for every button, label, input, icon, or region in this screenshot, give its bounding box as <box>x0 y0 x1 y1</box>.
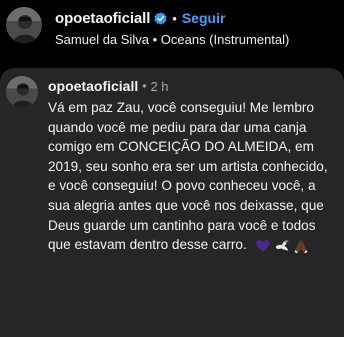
verified-badge-icon <box>154 11 167 25</box>
header-text: opoetaoficiall • Seguir Samuel da Silva … <box>55 8 340 48</box>
header-separator: • <box>172 10 177 26</box>
username[interactable]: opoetaoficiall <box>55 10 150 27</box>
purple-heart-icon <box>255 239 270 252</box>
comment-card: opoetaoficiall • 2 h Vá em paz Zau, você… <box>0 68 344 337</box>
avatar-photo-icon <box>6 76 38 108</box>
comment-avatar[interactable] <box>6 76 38 108</box>
comment-text-block: Vá em paz Zau, você conseguiu! Me lembro… <box>48 98 330 255</box>
comment-header: opoetaoficiall • 2 h <box>48 78 169 94</box>
comment-timestamp: 2 h <box>150 78 169 94</box>
comment-text: Vá em paz Zau, você conseguiu! Me lembro… <box>48 100 328 253</box>
profile-avatar[interactable] <box>6 7 42 43</box>
praying-hands-icon <box>294 239 307 253</box>
avatar-photo-icon <box>6 7 42 43</box>
music-artist: Samuel da Silva <box>55 32 149 47</box>
music-separator: • <box>152 32 158 47</box>
post-header: opoetaoficiall • Seguir Samuel da Silva … <box>0 0 344 62</box>
dove-icon <box>275 239 289 251</box>
comment-username[interactable]: opoetaoficiall <box>48 78 138 94</box>
emoji-group <box>255 238 312 254</box>
story-reply-screen: opoetaoficiall • Seguir Samuel da Silva … <box>0 0 344 337</box>
music-info[interactable]: Samuel da Silva • Oceans (Instrumental) <box>55 32 340 47</box>
comment-separator: • <box>142 79 147 93</box>
header-title-row: opoetaoficiall • Seguir <box>55 8 340 28</box>
follow-button[interactable]: Seguir <box>182 10 226 26</box>
music-track: Oceans (Instrumental) <box>160 32 290 47</box>
